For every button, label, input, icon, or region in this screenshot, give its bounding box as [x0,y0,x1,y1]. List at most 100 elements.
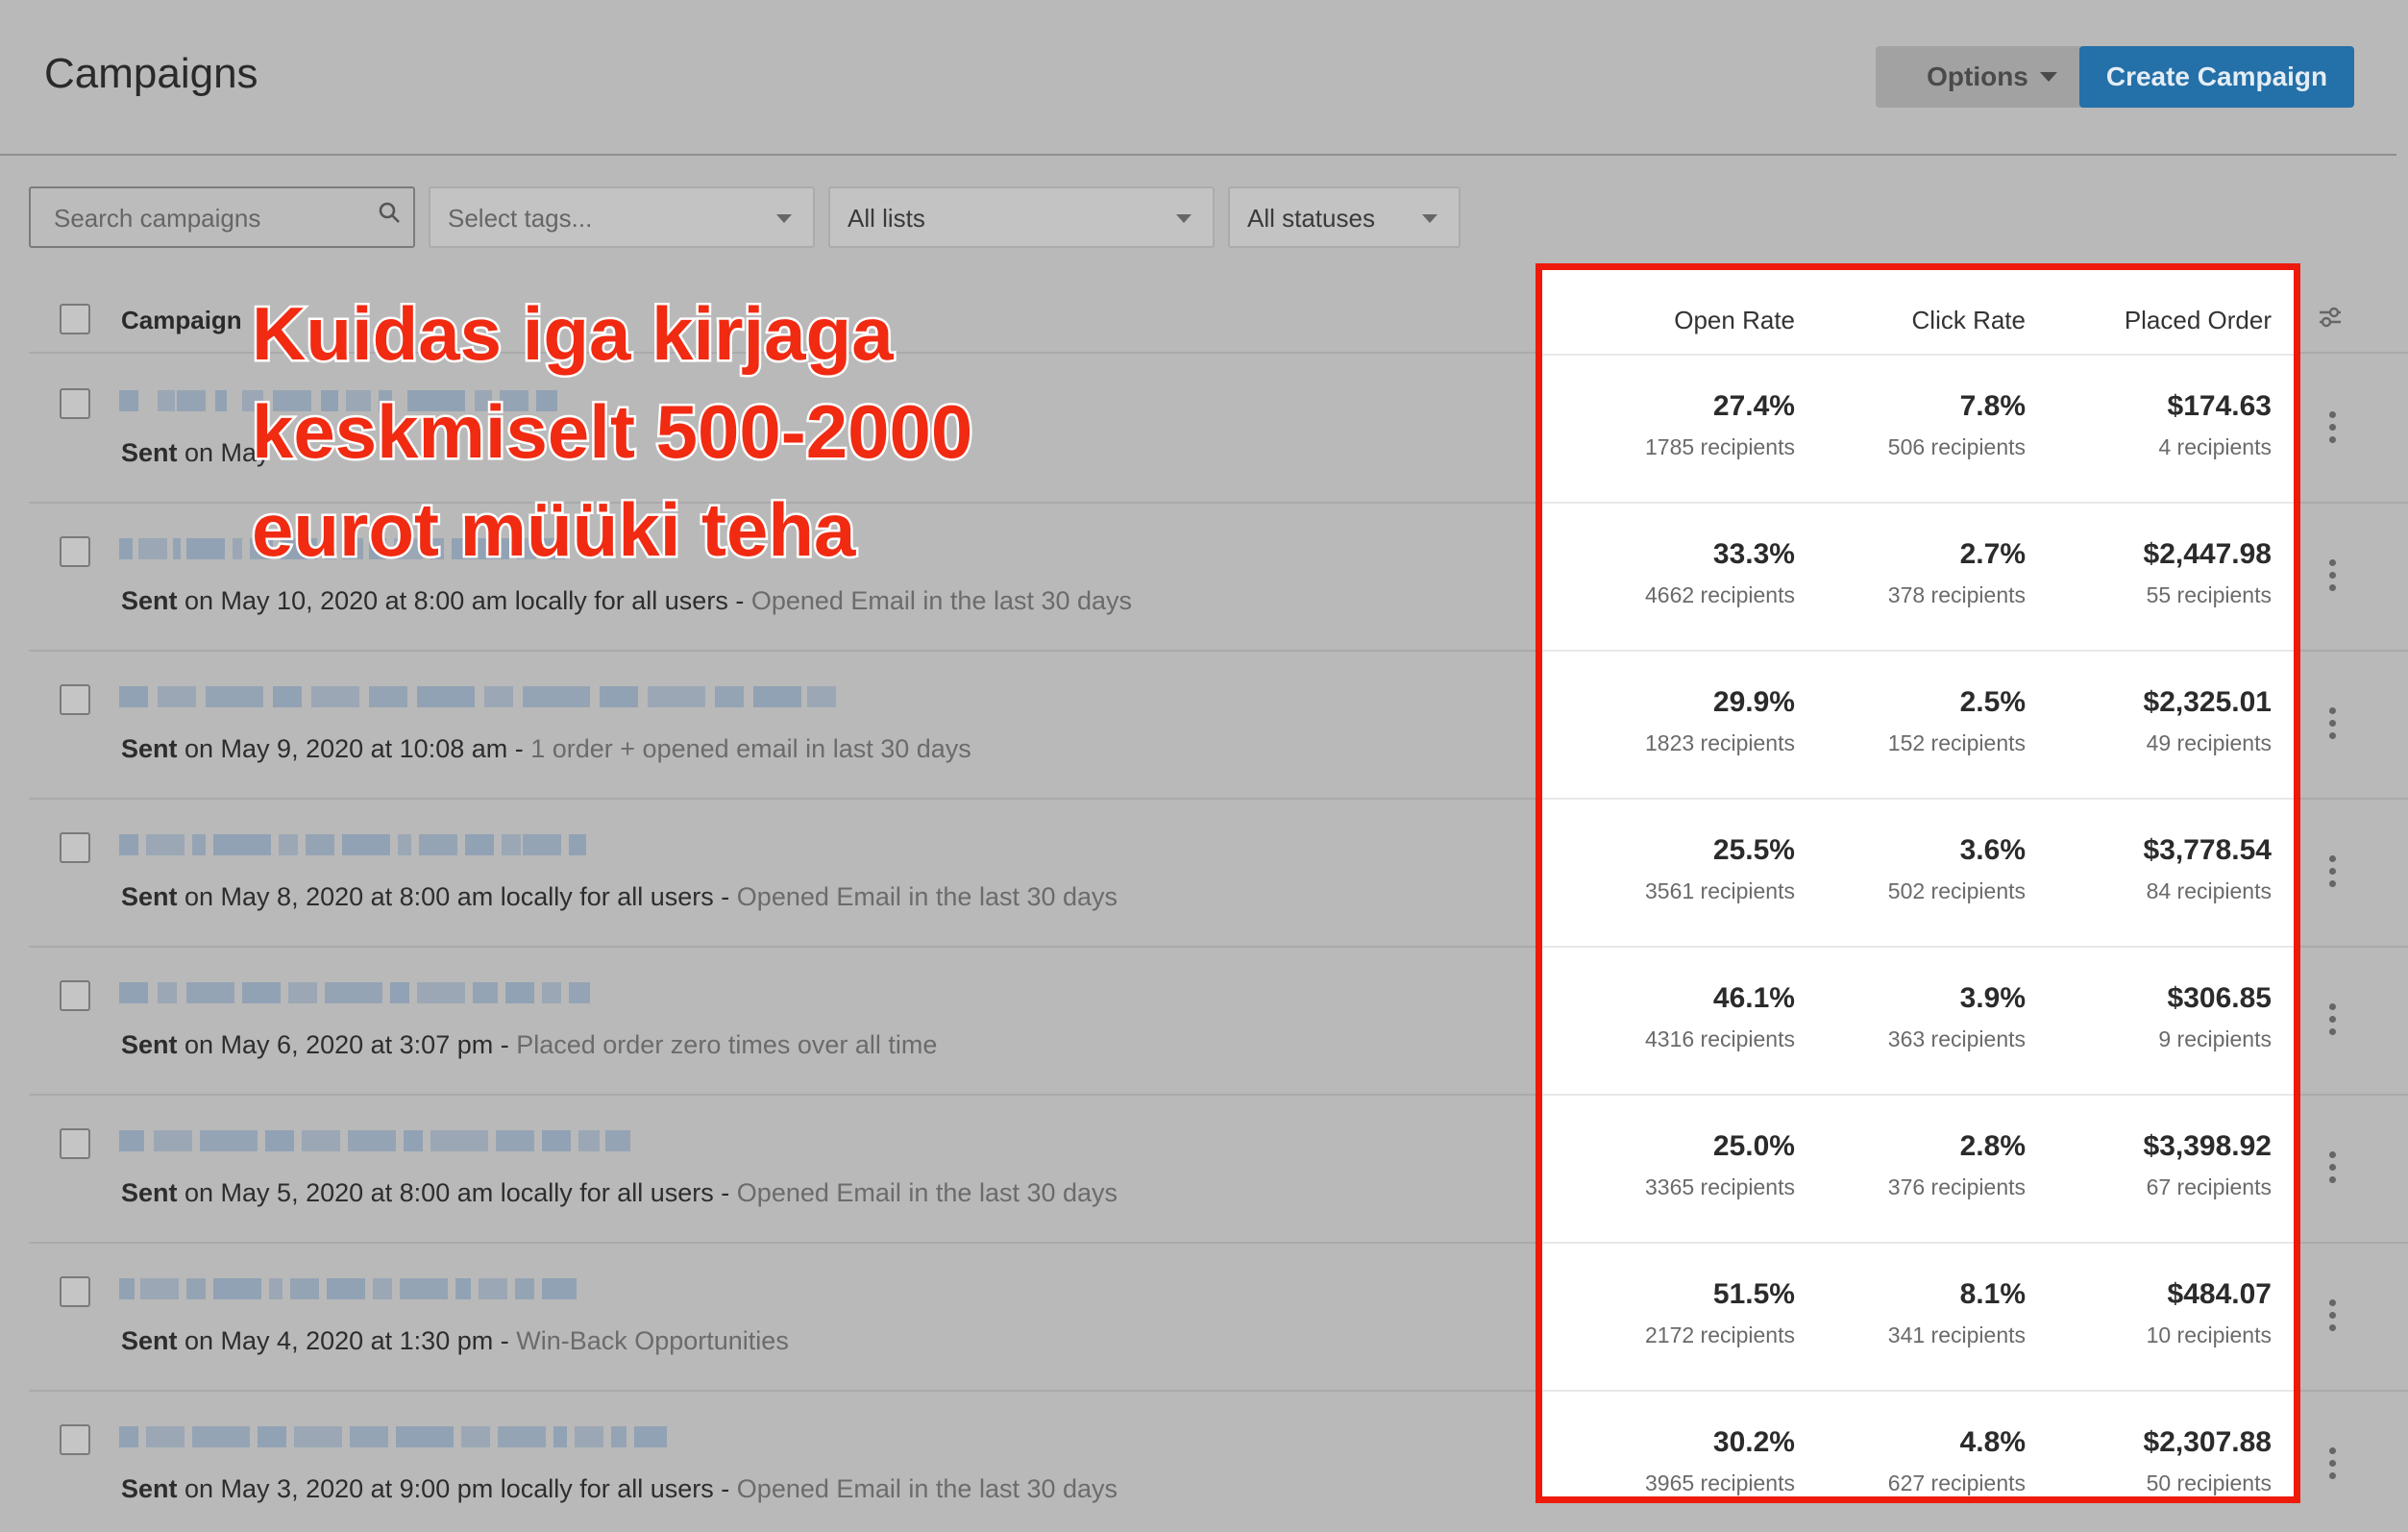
pixelated-block [200,1130,258,1151]
more-options-icon[interactable] [2329,1447,2337,1485]
options-button[interactable]: Options [1876,46,2108,108]
segment-name: Placed order zero times over all time [516,1030,938,1059]
campaign-name-link[interactable] [119,1130,849,1151]
order-recipients: 4 recipients [2158,434,2272,459]
row-checkbox[interactable] [60,980,90,1011]
row-checkbox[interactable] [60,1128,90,1159]
more-options-icon[interactable] [2329,1299,2337,1337]
search-placeholder: Search campaigns [54,204,261,233]
dot [2329,1299,2336,1306]
pixelated-block [146,834,184,855]
create-campaign-button[interactable]: Create Campaign [2079,46,2354,108]
order-value: $2,307.88 [2143,1426,2272,1458]
campaign-name-link[interactable] [119,686,849,707]
metrics-row-divider [1539,1094,2298,1096]
metrics-row-divider [1539,502,2298,504]
pixelated-block [569,982,590,1003]
more-options-icon[interactable] [2329,411,2337,449]
pixelated-block [553,1426,567,1447]
search-input[interactable]: Search campaigns [29,186,415,248]
row-checkbox[interactable] [60,684,90,715]
pixelated-block [578,1130,600,1151]
statuses-select[interactable]: All statuses [1228,186,1461,248]
order-value: $2,325.01 [2143,686,2272,718]
row-checkbox[interactable] [60,832,90,863]
dot [2329,1003,2336,1010]
dot [2329,868,2336,875]
open-value: 46.1% [1712,982,1795,1014]
pixelated-block [273,686,302,707]
more-options-icon[interactable] [2329,559,2337,597]
pixelated-block [542,1130,571,1151]
tags-select[interactable]: Select tags... [429,186,815,248]
more-options-icon[interactable] [2329,1003,2337,1041]
more-options-icon[interactable] [2329,707,2337,745]
page-title: Campaigns [44,50,258,97]
open-value: 29.9% [1712,686,1795,718]
column-header-open-rate[interactable]: Open Rate [1564,306,1795,335]
pixelated-block [192,834,206,855]
pixelated-block [140,1278,179,1299]
dot [2329,1324,2336,1331]
click-recipients: 341 recipients [1887,1322,2026,1347]
more-options-icon[interactable] [2329,1151,2337,1189]
pixelated-block [290,1278,319,1299]
row-checkbox[interactable] [60,1424,90,1455]
campaign-name-link[interactable] [119,1426,849,1447]
row-checkbox[interactable] [60,1276,90,1307]
campaign-name-link[interactable] [119,834,849,855]
order-value: $3,778.54 [2143,834,2272,866]
sent-details: on May 3, 2020 at 9:00 pm locally for al… [177,1474,737,1503]
sent-details: on May 10, 2020 at 8:00 am locally for a… [177,586,751,615]
click-recipients: 376 recipients [1887,1174,2026,1199]
column-header-placed-order[interactable]: Placed Order [2041,306,2272,335]
select-all-checkbox[interactable] [60,304,90,334]
column-header-campaign[interactable]: Campaign [121,306,242,335]
pixelated-block [158,390,175,411]
search-icon[interactable] [379,202,400,223]
pixelated-block [119,390,138,411]
overlay-line: keskmiselt 500-2000 [249,387,974,477]
pixelated-block [430,1130,488,1151]
open-recipients: 1823 recipients [1645,730,1795,755]
pixelated-block [542,982,561,1003]
open-recipients: 2172 recipients [1645,1322,1795,1347]
dot [2329,1016,2336,1023]
pixelated-block [206,686,263,707]
column-settings-icon[interactable] [2318,306,2343,329]
segment-name: Win-Back Opportunities [516,1326,789,1355]
pixelated-block [502,834,521,855]
overlay-line: eurot müüki teha [249,485,857,575]
sent-label: Sent [121,734,178,763]
dot [2329,1472,2336,1479]
pixelated-block [294,1426,342,1447]
metrics-row-divider [1539,798,2298,800]
row-checkbox[interactable] [60,536,90,567]
chevron-down-icon [1422,214,1437,223]
order-recipients: 9 recipients [2158,1026,2272,1051]
pixelated-block [350,1426,388,1447]
column-header-click-rate[interactable]: Click Rate [1795,306,2026,335]
pixelated-block [119,686,148,707]
order-recipients: 50 recipients [2146,1470,2272,1495]
lists-select[interactable]: All lists [828,186,1215,248]
sent-label: Sent [121,438,178,467]
dot [2329,880,2336,887]
pixelated-block [158,686,196,707]
sent-details: on May 4, 2020 at 1:30 pm - [177,1326,517,1355]
campaign-name-link[interactable] [119,982,849,1003]
campaign-name-link[interactable] [119,1278,849,1299]
pixelated-block [465,834,494,855]
pixelated-block [215,390,227,411]
pixelated-block [648,686,705,707]
statuses-value: All statuses [1247,204,1375,233]
dot [2329,1447,2336,1454]
click-value: 3.6% [1959,834,2026,866]
more-options-icon[interactable] [2329,855,2337,893]
pixelated-block [119,538,133,559]
click-recipients: 627 recipients [1887,1470,2026,1495]
chevron-down-icon [2039,72,2057,82]
pixelated-block [605,1130,630,1151]
dot [2329,1164,2336,1171]
row-checkbox[interactable] [60,388,90,419]
